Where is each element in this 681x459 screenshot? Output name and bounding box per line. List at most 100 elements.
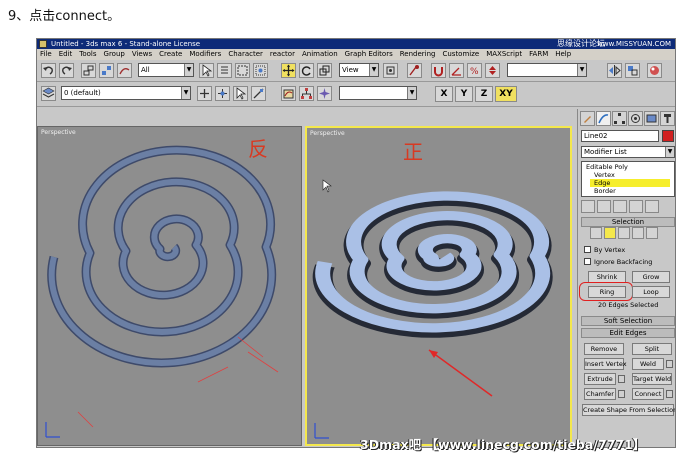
loop-button[interactable]: Loop <box>632 286 670 298</box>
show-end-result-button[interactable] <box>597 200 611 213</box>
border-level-icon[interactable] <box>618 227 630 239</box>
chamfer-settings-button[interactable] <box>618 390 625 398</box>
viewport-left[interactable]: Perspective 反 <box>37 126 302 446</box>
undo-button[interactable] <box>41 63 56 78</box>
select-by-name-button[interactable] <box>217 63 232 78</box>
align-button[interactable] <box>625 63 640 78</box>
object-name-field[interactable]: Line02 <box>581 130 659 142</box>
viewport-right[interactable]: Perspective 正 <box>305 126 572 446</box>
remove-modifier-button[interactable] <box>629 200 643 213</box>
polygon-level-icon[interactable] <box>632 227 644 239</box>
pin-stack-button[interactable] <box>581 200 595 213</box>
create-shape-button[interactable]: Create Shape From Selection <box>582 404 675 416</box>
hierarchy-tab[interactable] <box>612 111 627 126</box>
axis-z-button[interactable]: Z <box>475 86 493 102</box>
scale-button[interactable] <box>317 63 332 78</box>
select-object-button[interactable] <box>199 63 214 78</box>
add-to-layer-button[interactable] <box>215 86 230 101</box>
edit-edges-rollout-header[interactable]: Edit Edges <box>581 328 675 338</box>
make-unique-button[interactable] <box>613 200 627 213</box>
configure-sets-button[interactable] <box>645 200 659 213</box>
menu-maxscript[interactable]: MAXScript <box>486 49 522 60</box>
percent-snap-button[interactable]: % <box>467 63 482 78</box>
element-level-icon[interactable] <box>646 227 658 239</box>
edge-level-icon[interactable] <box>604 227 616 239</box>
axis-y-button[interactable]: Y <box>455 86 473 102</box>
menu-edit[interactable]: Edit <box>59 49 73 60</box>
connect-button[interactable]: Connect <box>632 388 664 400</box>
material-editor-button[interactable] <box>647 63 662 78</box>
render-scene-button[interactable] <box>317 86 332 101</box>
create-tab[interactable] <box>580 111 595 126</box>
menu-file[interactable]: File <box>40 49 52 60</box>
named-selection-dropdown[interactable]: ▼ <box>507 63 587 77</box>
menu-character[interactable]: Character <box>228 49 263 60</box>
stack-item-vertex[interactable]: Vertex <box>594 171 615 179</box>
menu-customize[interactable]: Customize <box>442 49 479 60</box>
remove-button[interactable]: Remove <box>584 343 624 355</box>
select-link-button[interactable] <box>81 63 96 78</box>
track-view-button[interactable] <box>281 86 296 101</box>
connect-settings-button[interactable] <box>666 390 673 398</box>
window-crossing-button[interactable] <box>253 63 268 78</box>
stack-item-border[interactable]: Border <box>594 187 616 195</box>
redo-button[interactable] <box>59 63 74 78</box>
display-tab[interactable] <box>644 111 659 126</box>
stack-item-edge[interactable]: Edge <box>590 179 670 187</box>
chamfer-button[interactable]: Chamfer <box>584 388 616 400</box>
weld-settings-button[interactable] <box>666 360 673 368</box>
axis-x-button[interactable]: X <box>435 86 453 102</box>
schematic-view-button[interactable] <box>299 86 314 101</box>
menu-farm[interactable]: FARM <box>529 49 548 60</box>
menu-group[interactable]: Group <box>104 49 125 60</box>
menu-animation[interactable]: Animation <box>302 49 338 60</box>
insert-vertex-button[interactable]: Insert Vertex <box>584 358 627 370</box>
utilities-tab[interactable] <box>660 111 675 126</box>
stack-item-editable-poly[interactable]: Editable Poly <box>586 163 628 171</box>
menu-create[interactable]: Create <box>159 49 182 60</box>
rotate-button[interactable] <box>299 63 314 78</box>
menu-graph-editors[interactable]: Graph Editors <box>345 49 393 60</box>
spinner-snap-button[interactable] <box>485 63 500 78</box>
bind-space-warp-button[interactable] <box>117 63 132 78</box>
select-in-layer-button[interactable] <box>233 86 248 101</box>
percent-icon: % <box>470 67 479 77</box>
menu-views[interactable]: Views <box>132 49 152 60</box>
ref-coord-dropdown[interactable]: View ▼ <box>339 63 379 77</box>
menu-reactor[interactable]: reactor <box>270 49 295 60</box>
extrude-settings-button[interactable] <box>618 375 625 383</box>
by-vertex-checkbox[interactable]: By Vertex <box>584 245 625 255</box>
modify-tab[interactable] <box>596 111 611 126</box>
layer-dropdown[interactable]: 0 (default) ▼ <box>61 86 191 100</box>
menu-rendering[interactable]: Rendering <box>400 49 436 60</box>
weld-button[interactable]: Weld <box>632 358 664 370</box>
create-layer-button[interactable] <box>197 86 212 101</box>
menu-tools[interactable]: Tools <box>79 49 96 60</box>
rect-region-button[interactable] <box>235 63 250 78</box>
selection-rollout-header[interactable]: Selection <box>581 217 675 227</box>
motion-tab[interactable] <box>628 111 643 126</box>
vertex-level-icon[interactable] <box>590 227 602 239</box>
snap-toggle-button[interactable] <box>431 63 446 78</box>
set-current-layer-button[interactable] <box>251 86 266 101</box>
move-button[interactable] <box>281 63 296 78</box>
selection-filter-dropdown[interactable]: All ▼ <box>138 63 194 77</box>
render-type-dropdown[interactable]: ▼ <box>339 86 417 100</box>
modifier-list-dropdown[interactable]: Modifier List ▼ <box>581 146 675 158</box>
ignore-backfacing-checkbox[interactable]: Ignore Backfacing <box>584 257 652 267</box>
target-weld-button[interactable]: Target Weld <box>632 373 672 385</box>
object-color-swatch[interactable] <box>662 130 674 142</box>
grow-button[interactable]: Grow <box>632 271 670 283</box>
axis-xy-button[interactable]: XY <box>495 86 517 102</box>
angle-snap-button[interactable] <box>449 63 464 78</box>
soft-selection-rollout-header[interactable]: Soft Selection <box>581 316 675 326</box>
split-button[interactable]: Split <box>632 343 672 355</box>
unlink-button[interactable] <box>99 63 114 78</box>
extrude-button[interactable]: Extrude <box>584 373 616 385</box>
menu-help[interactable]: Help <box>555 49 571 60</box>
menu-modifiers[interactable]: Modifiers <box>189 49 221 60</box>
select-manipulate-button[interactable] <box>407 63 422 78</box>
pivot-center-button[interactable] <box>383 63 398 78</box>
layer-manager-button[interactable] <box>41 86 56 101</box>
mirror-button[interactable] <box>607 63 622 78</box>
